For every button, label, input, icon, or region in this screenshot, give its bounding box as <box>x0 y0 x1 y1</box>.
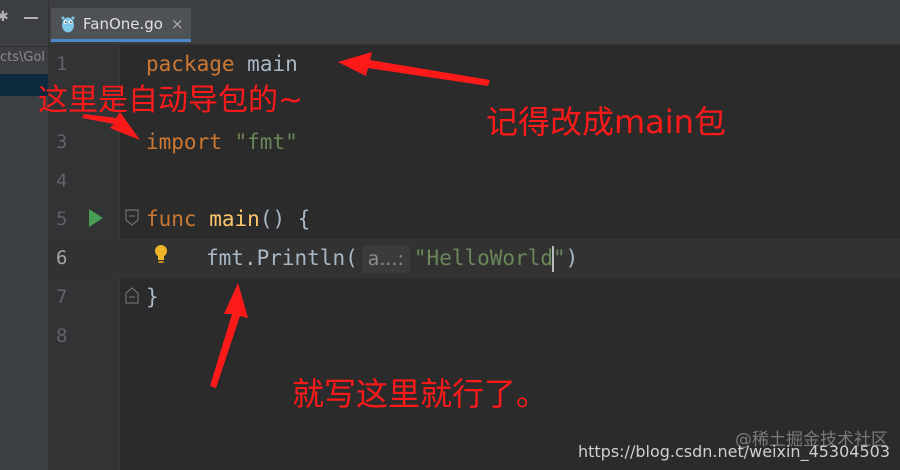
gear-icon[interactable]: ✱ <box>0 10 9 24</box>
string-literal: "HelloWorld <box>413 246 553 270</box>
package-ref: fmt <box>206 246 244 270</box>
package-name: main <box>247 52 298 76</box>
keyword: func <box>146 207 197 231</box>
collapse-icon[interactable] <box>24 17 38 19</box>
line-number: 5 <box>56 208 68 230</box>
annotation-write-here: 就写这里就行了。 <box>292 375 549 413</box>
arrow-to-package-main <box>338 52 490 86</box>
tab-fanone-go[interactable]: FanOne.go × <box>51 8 191 42</box>
editor-tab-bar: FanOne.go × <box>49 0 900 45</box>
annotation-auto-import: 这里是自动导包的~ <box>38 83 304 118</box>
keyword: import <box>146 130 222 154</box>
tab-label: FanOne.go <box>83 15 163 33</box>
run-icon[interactable] <box>86 207 106 229</box>
code-text: () { <box>259 207 311 231</box>
fold-end-icon[interactable] <box>124 286 140 304</box>
code-line-3[interactable]: import "fmt" <box>146 123 298 162</box>
keyword: package <box>146 52 235 76</box>
project-path[interactable]: cts\Gol <box>0 46 48 69</box>
string-literal-end: " <box>552 246 566 270</box>
function-name: main <box>209 207 260 231</box>
line-number: 7 <box>56 286 68 308</box>
go-gopher-icon <box>61 16 75 33</box>
code-line-6[interactable]: fmt.Println(a...: "HelloWorld") <box>206 239 578 278</box>
annotation-change-main: 记得改成main包 <box>486 103 726 141</box>
project-panel: ✱ cts\Gol <box>0 0 49 470</box>
string-literal: "fmt" <box>234 130 298 154</box>
code-text: ) <box>565 246 579 270</box>
line-number: 6 <box>56 247 68 269</box>
parameter-hint: a...: <box>361 245 410 273</box>
arrow-to-println <box>210 283 248 388</box>
line-number: 1 <box>56 53 68 75</box>
code-line-1[interactable]: package main <box>146 45 298 84</box>
code-text: .Println( <box>243 246 358 270</box>
code-line-7[interactable]: } <box>146 278 159 317</box>
code-text: } <box>146 285 159 309</box>
code-line-5[interactable]: func main() { <box>146 200 310 239</box>
line-number: 3 <box>56 131 68 153</box>
fold-icon[interactable] <box>124 209 140 227</box>
line-number: 8 <box>56 325 68 347</box>
watermark-url: https://blog.csdn.net/weixin_45304503 <box>577 442 890 461</box>
close-icon[interactable]: × <box>171 15 184 33</box>
line-number: 4 <box>56 170 68 192</box>
lightbulb-icon[interactable] <box>153 243 169 265</box>
